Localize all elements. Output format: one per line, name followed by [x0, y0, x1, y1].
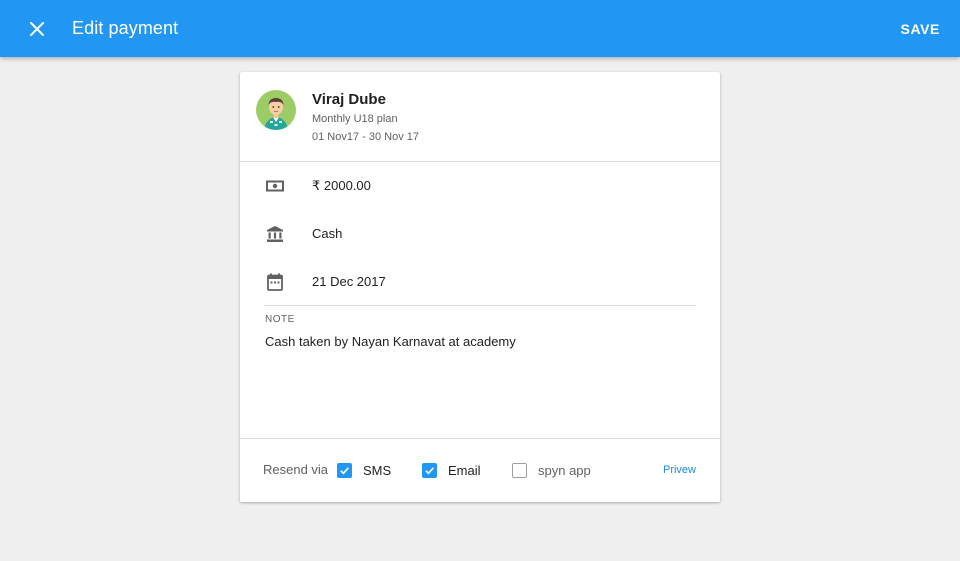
payment-method-value: Cash — [312, 226, 343, 241]
bank-icon — [264, 223, 286, 245]
calendar-icon — [264, 271, 286, 293]
note-label: NOTE — [265, 314, 295, 325]
app-bar: Edit payment SAVE — [0, 0, 960, 57]
checkbox-unchecked-icon — [512, 462, 527, 478]
close-button[interactable] — [24, 16, 50, 42]
page-title: Edit payment — [72, 18, 179, 38]
checkbox-checked-icon — [337, 462, 352, 478]
divider — [240, 438, 720, 439]
divider — [264, 305, 696, 306]
resend-app-checkbox[interactable]: spyn app — [512, 460, 591, 480]
plan-period: 01 Nov17 - 30 Nov 17 — [312, 131, 420, 143]
avatar — [256, 90, 296, 130]
member-plan: Monthly U18 plan — [312, 113, 398, 125]
resend-option-label: Email — [448, 462, 481, 478]
divider — [240, 161, 720, 162]
preview-link[interactable]: Privew — [663, 464, 696, 476]
payment-card: Viraj Dube Monthly U18 plan 01 Nov17 - 3… — [240, 72, 720, 502]
note-input[interactable]: Cash taken by Nayan Karnavat at academy — [265, 334, 516, 349]
payment-date-value: 21 Dec 2017 — [312, 274, 386, 289]
save-button[interactable]: SAVE — [901, 21, 941, 37]
close-icon — [30, 22, 44, 36]
payment-method-row[interactable]: Cash — [240, 219, 720, 249]
checkbox-checked-icon — [422, 462, 437, 478]
resend-email-checkbox[interactable]: Email — [422, 460, 481, 480]
member-name: Viraj Dube — [312, 91, 386, 108]
amount-value: ₹ 2000.00 — [312, 178, 371, 193]
resend-option-label: SMS — [363, 462, 392, 478]
resend-sms-checkbox[interactable]: SMS — [337, 460, 391, 480]
money-icon — [264, 175, 286, 197]
resend-label: Resend via — [263, 462, 329, 477]
resend-option-label: spyn app — [538, 462, 591, 478]
payment-date-row[interactable]: 21 Dec 2017 — [240, 267, 720, 297]
amount-row[interactable]: ₹ 2000.00 — [240, 171, 720, 201]
